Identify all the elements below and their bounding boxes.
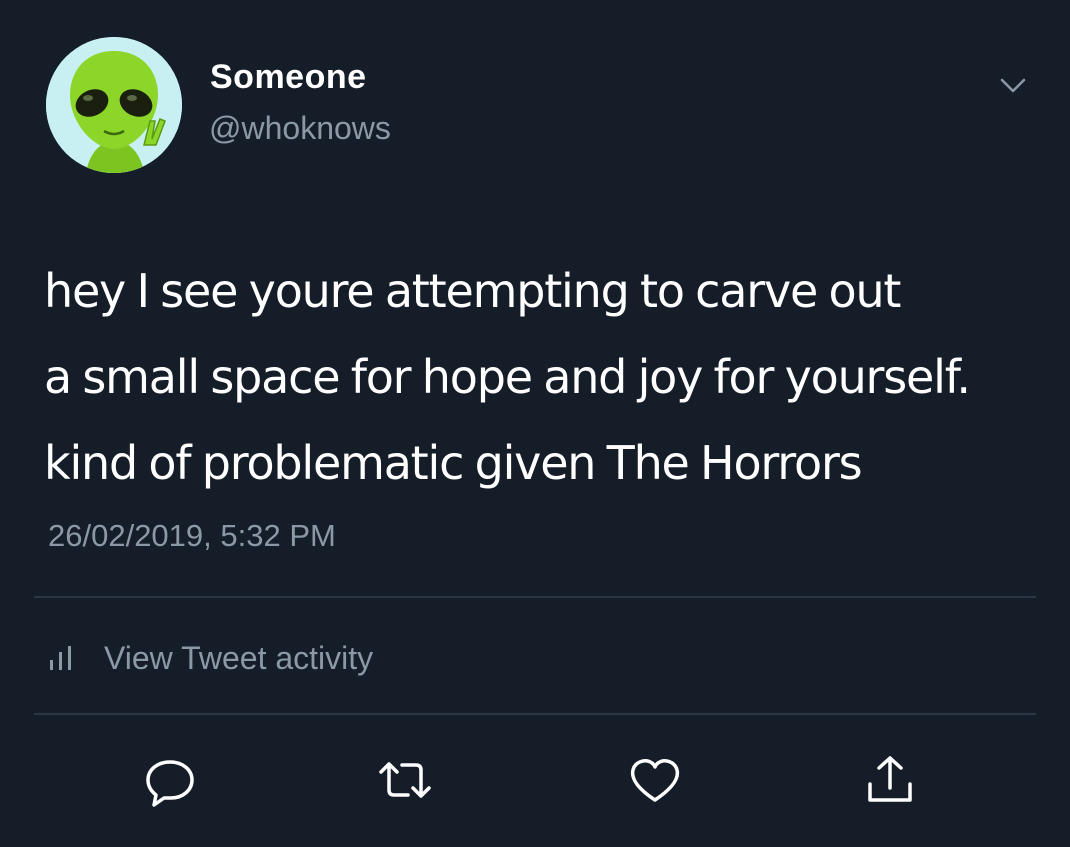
view-activity-link[interactable]: View Tweet activity: [48, 636, 373, 680]
reply-button[interactable]: [140, 750, 200, 810]
tweet-timestamp[interactable]: 26/02/2019, 5:32 PM: [48, 518, 336, 554]
alien-icon: [46, 37, 182, 173]
share-icon: [868, 756, 912, 802]
view-activity-label: View Tweet activity: [104, 639, 374, 676]
chevron-down-icon: [1000, 78, 1026, 93]
bar-chart-icon: [48, 644, 74, 672]
author-handle[interactable]: @whoknows: [209, 110, 391, 147]
tweet-text-line: kind of problematic given The Horrors: [44, 436, 863, 490]
tweet-actions-bar: [0, 750, 1070, 810]
divider: [34, 596, 1036, 598]
tweet-text: hey I see youre attempting to carve out …: [44, 248, 1044, 506]
heart-icon: [630, 759, 680, 802]
tweet-text-line: a small space for hope and joy for yours…: [44, 350, 971, 404]
tweet-text-line: hey I see youre attempting to carve out: [44, 264, 901, 318]
retweet-button[interactable]: [375, 750, 435, 810]
like-button[interactable]: [625, 750, 685, 810]
more-options-button[interactable]: [998, 74, 1028, 98]
retweet-icon: [379, 762, 431, 798]
share-button[interactable]: [860, 750, 920, 810]
tweet-card: Someone @whoknows hey I see youre attemp…: [0, 0, 1070, 847]
divider: [34, 713, 1036, 715]
reply-icon: [146, 760, 194, 807]
avatar[interactable]: [46, 37, 182, 173]
author-display-name[interactable]: Someone: [210, 58, 367, 97]
